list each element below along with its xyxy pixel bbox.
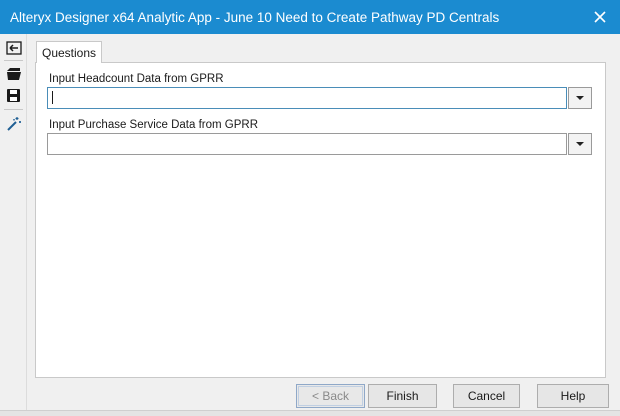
cancel-button[interactable]: Cancel xyxy=(453,384,520,408)
save-button[interactable] xyxy=(3,85,24,106)
help-label: Help xyxy=(560,389,586,403)
chevron-down-icon xyxy=(576,96,584,100)
close-button[interactable] xyxy=(580,0,620,34)
back-button[interactable] xyxy=(3,37,24,58)
purchase-service-label: Input Purchase Service Data from GPRR xyxy=(49,119,258,131)
finish-label: Finish xyxy=(386,389,419,403)
questions-panel xyxy=(35,62,606,378)
side-toolbar xyxy=(0,34,27,410)
back-nav-label: < Back xyxy=(311,389,350,403)
cancel-label: Cancel xyxy=(467,389,506,403)
headcount-dropdown-button[interactable] xyxy=(568,87,592,109)
back-nav-button[interactable]: < Back xyxy=(296,384,365,408)
open-folder-icon xyxy=(6,67,21,80)
open-button[interactable] xyxy=(3,63,24,84)
wand-button[interactable] xyxy=(3,113,24,134)
window-title: Alteryx Designer x64 Analytic App - June… xyxy=(10,9,500,25)
headcount-input[interactable] xyxy=(47,87,567,109)
magic-wand-icon xyxy=(6,116,21,131)
status-strip xyxy=(0,410,620,416)
finish-button[interactable]: Finish xyxy=(368,384,437,408)
save-icon xyxy=(7,89,20,102)
back-arrow-icon xyxy=(5,40,22,55)
purchase-service-dropdown-button[interactable] xyxy=(568,133,592,155)
headcount-label: Input Headcount Data from GPRR xyxy=(49,73,224,85)
title-bar: Alteryx Designer x64 Analytic App - June… xyxy=(0,0,620,34)
chevron-down-icon xyxy=(576,142,584,146)
tab-questions-label: Questions xyxy=(41,45,97,60)
purchase-service-input[interactable] xyxy=(47,133,567,155)
tab-questions[interactable]: Questions xyxy=(36,41,102,63)
help-button[interactable]: Help xyxy=(537,384,609,408)
close-icon xyxy=(594,11,606,23)
text-caret xyxy=(52,91,53,104)
